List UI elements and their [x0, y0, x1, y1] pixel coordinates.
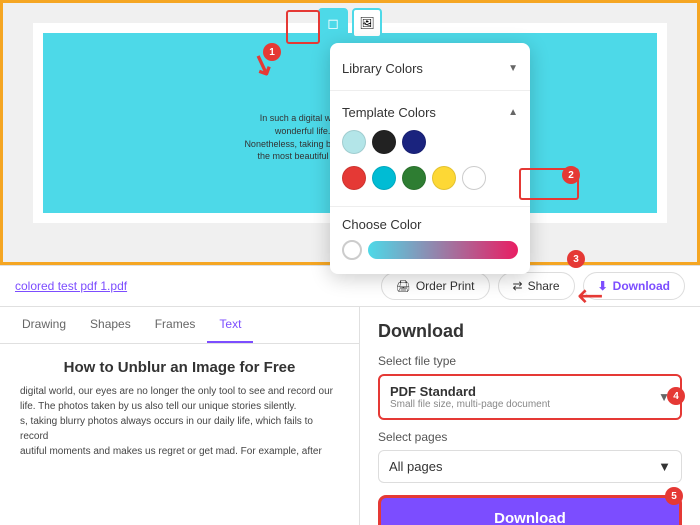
file-link[interactable]: colored test pdf 1.pdf	[15, 279, 127, 293]
left-content: How to Unblur an Image for Free digital …	[0, 344, 359, 474]
template-chevron-up-icon: ▲	[508, 107, 518, 118]
library-colors-label: Library Colors	[342, 61, 423, 76]
download-panel: Download Select file type PDF Standard S…	[360, 307, 700, 525]
file-type-select[interactable]: PDF Standard Small file size, multi-page…	[378, 374, 682, 420]
swatch-cyan[interactable]	[372, 166, 396, 190]
left-panel: Drawing Shapes Frames Text How to Unblur…	[0, 307, 360, 525]
image-btn[interactable]: 🖼	[352, 8, 382, 38]
pages-section: Select pages All pages ▼	[378, 430, 682, 483]
left-tabs: Drawing Shapes Frames Text	[0, 307, 359, 344]
left-content-title: How to Unblur an Image for Free	[20, 359, 339, 376]
choose-color-section: Choose Color	[330, 211, 530, 266]
tab-text[interactable]: Text	[207, 307, 253, 343]
swatch-red[interactable]	[342, 166, 366, 190]
color-swatches-row1	[342, 124, 518, 160]
download-top-label: Download	[613, 279, 670, 293]
pages-value: All pages	[389, 459, 442, 474]
choose-color-label: Choose Color	[342, 217, 518, 232]
color-input-row	[342, 240, 518, 260]
swatch-dark-blue[interactable]	[402, 130, 426, 154]
share-label: Share	[528, 279, 560, 293]
color-picker-dropdown: Library Colors ▼ Template Colors ▲	[330, 43, 530, 274]
swatch-black[interactable]	[372, 130, 396, 154]
color-swatches-row2	[342, 160, 518, 196]
swatch-white[interactable]	[462, 166, 486, 190]
file-type-select-inner: PDF Standard Small file size, multi-page…	[390, 384, 550, 410]
tab-frames[interactable]: Frames	[143, 307, 208, 343]
print-icon: 🖨	[396, 279, 411, 293]
library-colors-section: Library Colors ▼	[330, 51, 530, 86]
swatch-white-container	[462, 166, 486, 190]
library-chevron-down-icon: ▼	[508, 63, 518, 74]
color-gradient-bar[interactable]	[368, 241, 518, 259]
swatch-green[interactable]	[402, 166, 426, 190]
share-icon: ⇄	[513, 279, 523, 293]
download-main-button[interactable]: Download	[378, 495, 682, 525]
tab-shapes[interactable]: Shapes	[78, 307, 143, 343]
badge-4: 4	[667, 387, 685, 405]
tab-drawing[interactable]: Drawing	[10, 307, 78, 343]
toolbar-actions: 🖨 Order Print ⇄ Share ⬇ Download	[381, 272, 685, 300]
badge-1: 1	[263, 43, 281, 61]
color-picker-btn[interactable]: ◻	[318, 8, 348, 38]
file-info: colored test pdf 1.pdf	[15, 279, 127, 293]
file-type-primary: PDF Standard	[390, 384, 550, 399]
badge-3: 3	[567, 250, 585, 268]
left-content-body: digital world, our eyes are no longer th…	[20, 384, 339, 459]
pages-chevron-down-icon: ▼	[658, 459, 671, 474]
select-pages-label: Select pages	[378, 430, 682, 444]
file-type-secondary: Small file size, multi-page document	[390, 399, 550, 410]
top-toolbar: ◻ 🖼	[318, 8, 382, 38]
order-print-label: Order Print	[416, 279, 475, 293]
badge-2: 2	[562, 166, 580, 184]
library-colors-header[interactable]: Library Colors ▼	[342, 57, 518, 80]
share-button[interactable]: ⇄ Share	[498, 272, 575, 300]
pages-select[interactable]: All pages ▼	[378, 450, 682, 483]
color-circle-outline[interactable]	[342, 240, 362, 260]
template-colors-section: Template Colors ▲	[330, 95, 530, 202]
template-colors-header[interactable]: Template Colors ▲	[342, 101, 518, 124]
swatch-light-blue[interactable]	[342, 130, 366, 154]
order-print-button[interactable]: 🖨 Order Print	[381, 272, 490, 300]
swatch-yellow[interactable]	[432, 166, 456, 190]
divider-1	[330, 90, 530, 91]
download-title: Download	[378, 321, 682, 342]
badge-5: 5	[665, 487, 683, 505]
select-file-type-label: Select file type	[378, 354, 682, 368]
divider-2	[330, 206, 530, 207]
template-colors-label: Template Colors	[342, 105, 436, 120]
content-area: Drawing Shapes Frames Text How to Unblur…	[0, 307, 700, 525]
editor-area: Ho In such a digital world, our e... and…	[0, 0, 700, 265]
